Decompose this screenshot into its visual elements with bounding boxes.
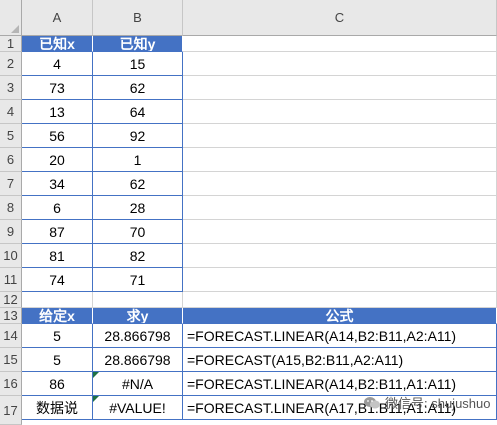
cell-known-x[interactable]: 73 <box>22 76 93 100</box>
cell-c[interactable] <box>183 220 497 244</box>
cell-c[interactable] <box>183 244 497 268</box>
cell-c[interactable] <box>183 148 497 172</box>
row-header-5[interactable]: 5 <box>0 124 22 148</box>
cell-known-x[interactable]: 4 <box>22 52 93 76</box>
cell-result-y-text: #VALUE! <box>109 399 166 416</box>
cell-known-x[interactable]: 34 <box>22 172 93 196</box>
row-header-17[interactable]: 17 <box>0 396 22 425</box>
header-known-x[interactable]: 已知x <box>22 36 93 52</box>
cell-known-y[interactable]: 62 <box>93 172 183 196</box>
cell-known-x[interactable]: 87 <box>22 220 93 244</box>
row-header-14[interactable]: 14 <box>0 324 22 348</box>
row-header-12[interactable]: 12 <box>0 292 22 308</box>
cell-known-x[interactable]: 13 <box>22 100 93 124</box>
row-header-1[interactable]: 1 <box>0 36 22 52</box>
header-known-y[interactable]: 已知y <box>93 36 183 52</box>
cell-b12[interactable] <box>93 292 183 308</box>
cell-known-y[interactable]: 15 <box>93 52 183 76</box>
cell-result-y-text: #N/A <box>121 375 154 392</box>
cell-known-y[interactable]: 82 <box>93 244 183 268</box>
cell-formula[interactable]: =FORECAST(A15,B2:B11,A2:A11) <box>183 348 497 372</box>
cell-c[interactable] <box>183 76 497 100</box>
cell-c[interactable] <box>183 100 497 124</box>
cell-known-y[interactable]: 1 <box>93 148 183 172</box>
cell-c[interactable] <box>183 52 497 76</box>
row-header-10[interactable]: 10 <box>0 244 22 268</box>
column-header-a[interactable]: A <box>22 0 93 36</box>
cell-result-y[interactable]: 28.866798 <box>93 324 183 348</box>
column-header-c[interactable]: C <box>183 0 497 36</box>
cell-given-x-text: 86 <box>49 375 65 392</box>
header-find-y[interactable]: 求y <box>93 308 183 324</box>
row-header-4[interactable]: 4 <box>0 100 22 124</box>
cell-given-x[interactable]: 5 <box>22 348 93 372</box>
cell-c1[interactable] <box>183 36 497 52</box>
row-header-8[interactable]: 8 <box>0 196 22 220</box>
cell-result-y[interactable]: #N/A <box>93 372 183 396</box>
row-header-6[interactable]: 6 <box>0 148 22 172</box>
header-given-x[interactable]: 给定x <box>22 308 93 324</box>
row-header-7[interactable]: 7 <box>0 172 22 196</box>
header-formula[interactable]: 公式 <box>183 308 497 324</box>
cell-known-y[interactable]: 92 <box>93 124 183 148</box>
cell-known-y[interactable]: 70 <box>93 220 183 244</box>
cell-a12[interactable] <box>22 292 93 308</box>
cell-known-x[interactable]: 81 <box>22 244 93 268</box>
column-header-b[interactable]: B <box>93 0 183 36</box>
spreadsheet-grid: A B C 1 2 3 4 5 6 7 8 9 10 11 12 13 14 1… <box>0 0 497 425</box>
cell-c12[interactable] <box>183 292 497 308</box>
cell-known-x[interactable]: 74 <box>22 268 93 292</box>
cell-c[interactable] <box>183 124 497 148</box>
cell-c[interactable] <box>183 196 497 220</box>
cell-known-x[interactable]: 6 <box>22 196 93 220</box>
cell-known-y[interactable]: 28 <box>93 196 183 220</box>
row-header-3[interactable]: 3 <box>0 76 22 100</box>
row-header-16[interactable]: 16 <box>0 372 22 396</box>
cell-given-x[interactable]: 5 <box>22 324 93 348</box>
select-all-corner[interactable] <box>0 0 22 36</box>
cell-formula[interactable]: =FORECAST.LINEAR(A14,B2:B11,A2:A11) <box>183 324 497 348</box>
watermark-text: 微信号: shujushuo <box>385 396 491 411</box>
row-header-9[interactable]: 9 <box>0 220 22 244</box>
cell-known-y[interactable]: 71 <box>93 268 183 292</box>
cell-known-x[interactable]: 56 <box>22 124 93 148</box>
watermark: 微信号: shujushuo <box>363 393 491 412</box>
cell-given-x[interactable]: 数据说 <box>22 396 93 420</box>
row-header-13[interactable]: 13 <box>0 308 22 324</box>
row-header-2[interactable]: 2 <box>0 52 22 76</box>
cell-known-y[interactable]: 64 <box>93 100 183 124</box>
row-header-15[interactable]: 15 <box>0 348 22 372</box>
cell-result-y[interactable]: #VALUE! <box>93 396 183 420</box>
error-indicator-icon[interactable] <box>93 396 99 402</box>
cell-c[interactable] <box>183 172 497 196</box>
error-indicator-icon[interactable] <box>93 372 99 378</box>
select-all-icon <box>11 25 19 33</box>
cell-known-x[interactable]: 20 <box>22 148 93 172</box>
row-header-11[interactable]: 11 <box>0 268 22 292</box>
cell-c[interactable] <box>183 268 497 292</box>
wechat-icon <box>364 396 380 408</box>
cell-given-x[interactable]: 86 <box>22 372 93 396</box>
cell-result-y[interactable]: 28.866798 <box>93 348 183 372</box>
cell-known-y[interactable]: 62 <box>93 76 183 100</box>
